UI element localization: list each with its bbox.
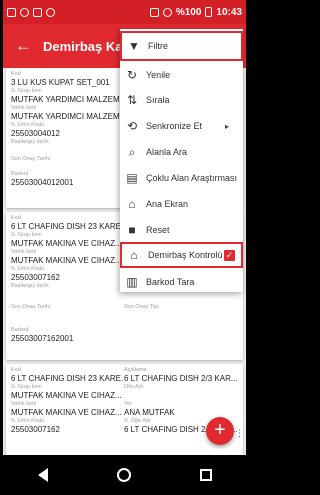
menu-item-filtre[interactable]: ▼ Filtre — [120, 31, 243, 61]
sync-icon: ⟲ — [126, 119, 138, 133]
more-options-icon[interactable]: ⋮ — [235, 428, 244, 439]
app-screen: %100 10:43 ← Demirbaş Kay Kod 3 LU KUS K… — [3, 0, 246, 495]
wifi-icon — [162, 7, 172, 17]
field-label: Son Onay Tipi — [124, 304, 159, 310]
menu-item-reset[interactable]: ■ Reset — [120, 215, 243, 245]
status-left-icons — [7, 7, 55, 17]
battery-icon — [205, 7, 213, 17]
field-value: 6 LT CHAFING DISH 23 KARE... — [11, 374, 123, 383]
sort-icon: ⇅ — [126, 93, 138, 107]
filter-icon: ▼ — [128, 39, 140, 53]
menu-item-label: Barkod Tara — [146, 277, 195, 287]
field-value: MUTFAK MAKINA VE CIHAZ... — [11, 408, 122, 417]
menu-item-label: Filtre — [148, 41, 168, 51]
page-title: Demirbaş Kay — [43, 38, 130, 54]
field-label: Yer — [124, 401, 133, 407]
menu-item-barkod-tara[interactable]: ▥ Barkod Tara — [120, 267, 243, 297]
search-icon: ⌕ — [128, 144, 136, 159]
field-value: 25503007162001 — [11, 334, 74, 343]
back-arrow-icon[interactable]: ← — [15, 36, 37, 56]
add-button[interactable]: + — [206, 417, 234, 445]
field-value-empty — [124, 391, 238, 401]
nav-home-icon[interactable] — [116, 468, 131, 482]
message-icon — [33, 7, 42, 17]
list-item[interactable]: Kod 6 LT CHAFING DISH 23 KARE... S. Grup… — [6, 364, 243, 464]
field-label: Barkod — [11, 327, 29, 333]
menu-item-label: Yenile — [146, 70, 171, 80]
nfc-icon — [149, 7, 159, 17]
notification-icon — [7, 7, 16, 17]
field-value: 6 LT CHAFING DISH 2/3 KAR... — [124, 374, 238, 383]
refresh-icon: ↻ — [126, 68, 138, 82]
menu-item-label: Senkronize Et — [146, 121, 203, 131]
home-icon: ⌂ — [128, 197, 136, 211]
menu-item-label: Alanla Ara — [146, 147, 188, 157]
battery-level: %100 — [175, 6, 202, 18]
menu-item-demirbas-kontrolu[interactable]: ⌂ Demirbaş Kontrolü ✓ — [120, 242, 243, 268]
field-label: Ofis Adı — [124, 384, 144, 390]
menu-item-label: Reset — [146, 225, 170, 235]
multi-search-icon: ▤ — [126, 171, 138, 185]
field-value-empty — [11, 311, 238, 327]
checkbox-checked[interactable]: ✓ — [224, 249, 235, 261]
field-label: Açıklama — [124, 367, 147, 373]
menu-item-label: Ana Ekran — [146, 199, 189, 209]
inventory-check-icon: ⌂ — [130, 248, 138, 262]
reset-icon: ■ — [128, 223, 136, 237]
whatsapp-icon — [46, 7, 55, 17]
menu-item-label: Sırala — [146, 95, 170, 105]
chevron-right-icon: ▸ — [224, 121, 229, 131]
status-right: %100 10:43 — [149, 6, 242, 18]
nav-recent-apps-icon[interactable] — [199, 469, 212, 481]
barcode-icon: ▥ — [126, 275, 138, 289]
menu-item-label: Çoklu Alan Araştırması — [146, 173, 238, 183]
menu-item-label: Demirbaş Kontrolü — [148, 250, 223, 260]
status-bar: %100 10:43 — [3, 0, 246, 24]
clock: 10:43 — [216, 6, 242, 18]
nav-back-icon[interactable] — [37, 468, 48, 482]
system-nav-bar — [3, 455, 246, 495]
overflow-menu: ▼ Filtre ↻ Yenile ⇅ Sırala ⟲ Senkronize … — [120, 29, 243, 292]
field-value: MUTFAK MAKINA VE CIHAZ... — [11, 391, 122, 400]
sync-status-icon — [20, 7, 29, 17]
